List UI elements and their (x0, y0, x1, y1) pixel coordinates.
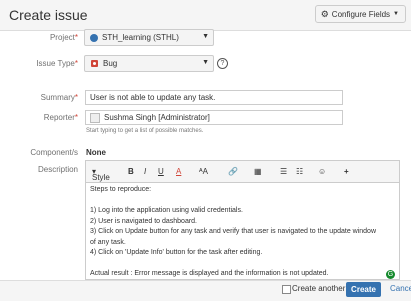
description-line: Steps to reproduce: (90, 186, 152, 193)
cancel-link[interactable]: Cancel (390, 284, 411, 293)
chevron-down-icon: ▼ (202, 59, 209, 66)
issue-type-value: Bug (103, 59, 118, 68)
summary-value: User is not able to update any task. (90, 93, 216, 102)
configure-fields-button[interactable]: ⚙ Configure Fields ▼ (314, 5, 406, 23)
description-line: Actual result : Error message is display… (90, 270, 329, 277)
issue-type-select[interactable]: Bug ▼ (84, 55, 214, 72)
grammar-check-icon[interactable]: G (386, 270, 395, 279)
bug-icon (91, 60, 98, 67)
project-label: Project* (49, 33, 78, 42)
chevron-down-icon: ▼ (202, 33, 209, 40)
issue-type-label: Issue Type* (36, 59, 78, 68)
style-dropdown[interactable]: Style ▾ (92, 167, 110, 182)
link-icon[interactable]: 🔗 (228, 167, 238, 176)
description-line (90, 259, 395, 270)
table-icon[interactable]: ▦ (254, 167, 262, 176)
description-line: 3) Click on Update button for any task a… (90, 228, 376, 235)
help-icon[interactable]: ? (217, 58, 228, 69)
components-label: Component/s (30, 148, 78, 157)
description-line (90, 196, 395, 207)
summary-label: Summary* (40, 93, 78, 102)
components-value: None (86, 148, 106, 157)
bullet-list-icon[interactable]: ☰ (280, 167, 287, 176)
emoji-icon[interactable]: ☺ (318, 167, 326, 176)
editor-toolbar: Style ▾ B I U A ᴬA 🔗 ▦ ☰ ☷ ☺ + (86, 161, 399, 183)
insert-more-icon[interactable]: + (344, 167, 349, 176)
dialog-header: Create issue ⚙ Configure Fields ▼ (0, 0, 411, 31)
reporter-label: Reporter* (43, 113, 78, 122)
configure-fields-label: Configure Fields (331, 9, 391, 19)
dialog-title: Create issue (9, 7, 88, 23)
description-line: 1) Log into the application using valid … (90, 207, 243, 214)
reporter-hint: Start typing to get a list of possible m… (86, 128, 204, 134)
chevron-down-icon: ▼ (393, 11, 399, 17)
project-select[interactable]: STH_learning (STHL) ▼ (84, 29, 214, 46)
create-button[interactable]: Create (346, 282, 381, 297)
underline-button[interactable]: U (158, 167, 164, 176)
project-value: STH_learning (STHL) (102, 33, 179, 42)
numbered-list-icon[interactable]: ☷ (296, 167, 303, 176)
summary-input[interactable]: User is not able to update any task. (85, 90, 343, 105)
create-another-checkbox[interactable] (282, 285, 291, 294)
description-line: 4) Click on 'Update Info' button for the… (90, 249, 263, 256)
reporter-input[interactable]: Sushma Singh [Administrator] (85, 110, 343, 125)
user-avatar-icon (90, 112, 100, 123)
create-another-label: Create another (292, 284, 346, 293)
gear-icon: ⚙ (320, 8, 329, 19)
text-color-button[interactable]: A (176, 167, 181, 176)
description-line: 2) User is navigated to dashboard. (90, 217, 198, 225)
description-line: of any task. (90, 238, 126, 246)
description-text[interactable]: Steps to reproduce: 1) Log into the appl… (86, 182, 399, 279)
description-label: Description (37, 165, 78, 174)
italic-button[interactable]: I (144, 167, 146, 176)
project-icon (90, 33, 98, 42)
description-editor[interactable]: Style ▾ B I U A ᴬA 🔗 ▦ ☰ ☷ ☺ + Steps to … (85, 160, 400, 280)
bold-button[interactable]: B (128, 167, 134, 176)
more-format-button[interactable]: ᴬA (199, 167, 208, 176)
reporter-value: Sushma Singh [Administrator] (104, 113, 210, 122)
